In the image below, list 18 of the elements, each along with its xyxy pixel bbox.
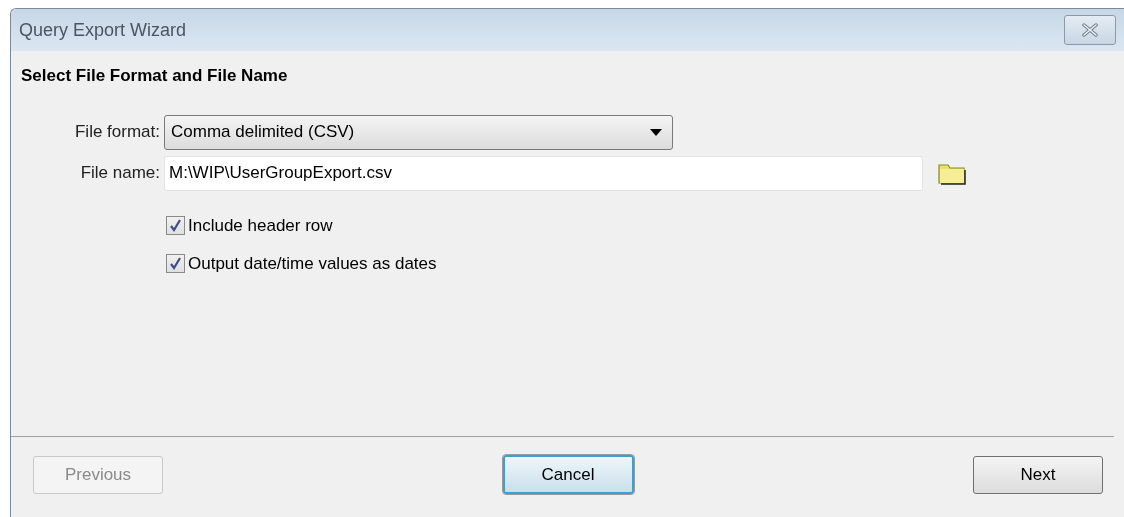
checkbox[interactable] bbox=[166, 215, 185, 235]
checkbox-label: Output date/time values as dates bbox=[188, 253, 437, 275]
wizard-button[interactable]: Next bbox=[973, 455, 1103, 494]
dropdown-arrow-icon bbox=[650, 128, 662, 136]
checkbox-label: Include header row bbox=[188, 214, 333, 237]
checkbox[interactable] bbox=[166, 254, 185, 274]
file-name-field[interactable]: M:\WIP\UserGroupExport.csv bbox=[164, 155, 923, 191]
folder-icon[interactable] bbox=[938, 161, 966, 185]
close-button[interactable] bbox=[1064, 15, 1116, 45]
page-heading: Select File Format and File Name bbox=[21, 66, 288, 85]
window-title: Query Export Wizard bbox=[19, 18, 187, 42]
field-label: File format: bbox=[73, 121, 161, 144]
file-format-dropdown[interactable]: Comma delimited (CSV) bbox=[164, 114, 673, 150]
wizard-button[interactable]: Cancel bbox=[502, 455, 634, 494]
field-label: File name: bbox=[79, 162, 161, 185]
close-icon bbox=[1081, 23, 1099, 37]
check-icon bbox=[169, 257, 182, 271]
check-icon bbox=[169, 218, 182, 232]
